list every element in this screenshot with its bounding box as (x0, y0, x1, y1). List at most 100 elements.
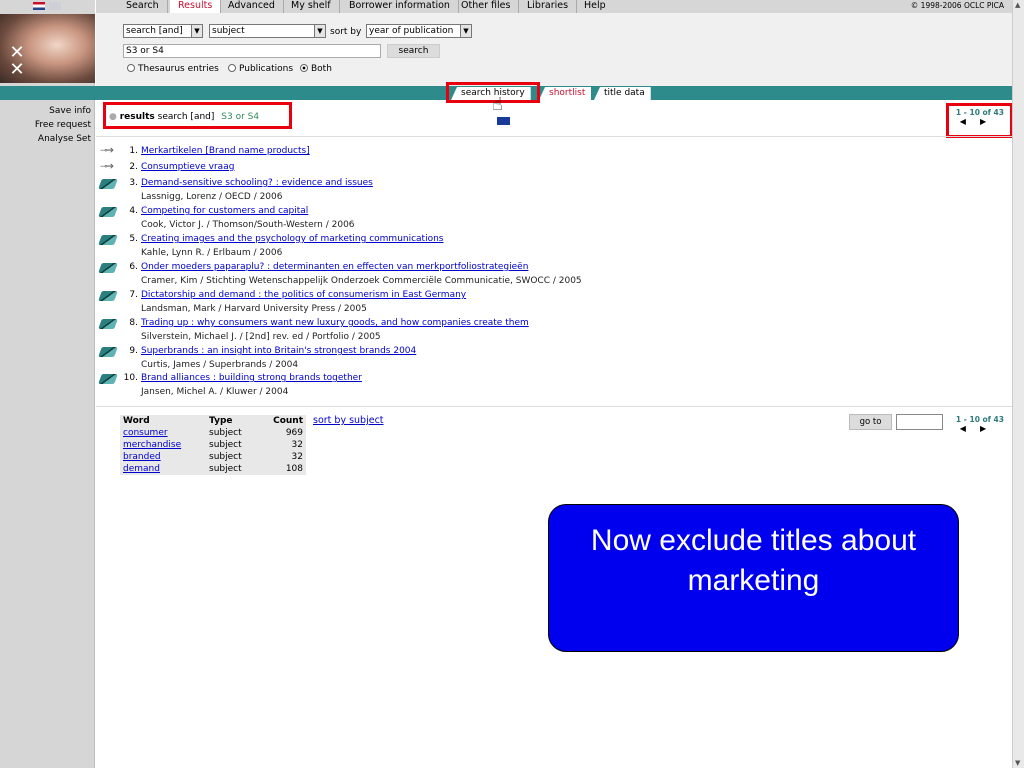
word-type: subject (209, 464, 242, 474)
sidebar-links: Save info Free request Analyse Set (0, 104, 91, 146)
result-number: 8. (129, 318, 138, 328)
key-icon: ⊸➔ (100, 162, 114, 172)
instruction-callout: Now exclude titles about marketing (548, 504, 959, 652)
book-icon (98, 373, 118, 385)
book-icon (98, 290, 118, 302)
result-author: Cramer, Kim / Stichting Wetenschappelijk… (141, 276, 582, 286)
result-title-link[interactable]: Onder moeders paparaplu? : determinanten… (141, 262, 528, 272)
word-count: 32 (291, 452, 303, 462)
result-number: 3. (129, 178, 138, 188)
word-link[interactable]: consumer (120, 427, 206, 439)
table-row: consumer subject 969 (120, 427, 306, 439)
table-row: merchandise subject 32 (120, 439, 306, 451)
word-count: 969 (285, 428, 303, 438)
column-header-count: Count (273, 416, 303, 426)
uva-logo-icon: ✕ ✕ (9, 42, 25, 80)
word-table: Word Type Count consumer subject 969 merch… (120, 415, 306, 475)
result-number: 10. (123, 373, 138, 383)
cursor-shadow (497, 117, 510, 125)
tab-title-data[interactable]: title data (594, 87, 651, 100)
radio-label: Both (311, 64, 332, 74)
goto-input[interactable] (896, 414, 943, 430)
highlight-results-header (103, 102, 292, 129)
nav-my-shelf[interactable]: My shelf (283, 0, 340, 13)
result-number: 7. (129, 290, 138, 300)
radio-publications[interactable]: Publications (228, 64, 293, 74)
result-author: Lassnigg, Lorenz / OECD / 2006 (141, 192, 283, 202)
radio-label: Thesaurus entries (138, 64, 219, 74)
nav-advanced[interactable]: Advanced (220, 0, 284, 13)
result-title-link[interactable]: Brand alliances : building strong brands… (141, 373, 362, 383)
next-page-icon[interactable]: ▶ (980, 424, 1000, 433)
nav-results[interactable]: Results (170, 0, 222, 13)
result-number: 9. (129, 346, 138, 356)
table-header-row: Word Type Count (120, 415, 306, 427)
search-button[interactable]: search (387, 44, 440, 58)
sort-value: year of publication (369, 26, 454, 36)
dutch-flag-icon[interactable] (33, 2, 45, 10)
result-author: Kahle, Lynn R. / Erlbaum / 2006 (141, 248, 283, 258)
result-title-link[interactable]: Consumptieve vraag (141, 162, 234, 172)
highlight-pager (946, 103, 1013, 138)
pager-range: 1 - 10 of 43 (955, 415, 1004, 424)
column-header-word: Word (123, 416, 150, 426)
sort-select[interactable]: year of publication ▼ (366, 24, 472, 38)
result-title-link[interactable]: Superbrands : an insight into Britain's … (141, 346, 416, 356)
word-type: subject (209, 440, 242, 450)
result-title-link[interactable]: Merkartikelen [Brand name products] (141, 146, 310, 156)
radio-thesaurus[interactable]: Thesaurus entries (127, 64, 219, 74)
result-title-link[interactable]: Creating images and the psychology of ma… (141, 234, 444, 244)
field-select[interactable]: subject ▼ (209, 24, 326, 38)
result-title-link[interactable]: Competing for customers and capital (141, 206, 308, 216)
result-number: 6. (129, 262, 138, 272)
chevron-down-icon: ▼ (314, 25, 325, 37)
result-title-link[interactable]: Dictatorship and demand : the politics o… (141, 290, 466, 300)
result-number: 4. (129, 206, 138, 216)
vertical-scrollbar[interactable]: ▲ ▼ (1012, 0, 1024, 768)
sidebar-link-free-request[interactable]: Free request (0, 118, 91, 132)
result-author: Silverstein, Michael J. / [2nd] rev. ed … (141, 332, 381, 342)
pager-bottom: 1 - 10 of 43 ◀▶ (956, 415, 1004, 433)
search-input[interactable] (123, 44, 381, 58)
nav-borrower-information[interactable]: Borrower information (341, 0, 459, 13)
nav-libraries[interactable]: Libraries (519, 0, 578, 13)
scroll-down-icon[interactable]: ▼ (1015, 759, 1020, 767)
scroll-up-icon[interactable]: ▲ (1015, 1, 1020, 9)
book-icon (98, 262, 118, 274)
tab-shortlist[interactable]: shortlist (539, 87, 592, 100)
word-count: 32 (291, 440, 303, 450)
word-type: subject (209, 428, 242, 438)
operator-select[interactable]: search [and] ▼ (123, 24, 203, 38)
operator-value: search [and] (126, 26, 183, 36)
goto-button[interactable]: go to (849, 414, 892, 430)
sort-by-subject-link[interactable]: sort by subject (313, 415, 384, 426)
result-number: 5. (129, 234, 138, 244)
nav-help[interactable]: Help (576, 0, 614, 13)
prev-page-icon[interactable]: ◀ (960, 424, 980, 433)
book-icon (98, 318, 118, 330)
result-author: Curtis, James / Superbrands / 2004 (141, 360, 299, 370)
result-title-link[interactable]: Trading up : why consumers want new luxu… (141, 318, 529, 328)
sidebar-link-analyse-set[interactable]: Analyse Set (0, 132, 91, 146)
nav-other-files[interactable]: Other files (453, 0, 520, 13)
nav-search[interactable]: Search (118, 0, 168, 13)
book-icon (98, 346, 118, 358)
book-icon (98, 178, 118, 190)
radio-both[interactable]: Both (300, 64, 332, 74)
word-link[interactable]: demand (120, 463, 206, 475)
chevron-down-icon: ▼ (460, 25, 471, 37)
book-icon (98, 234, 118, 246)
result-title-link[interactable]: Demand-sensitive schooling? : evidence a… (141, 178, 373, 188)
divider (96, 406, 1012, 407)
library-logo: ✕ ✕ (0, 14, 95, 83)
english-flag-icon[interactable] (49, 2, 61, 10)
word-link[interactable]: merchandise (120, 439, 206, 451)
chevron-down-icon: ▼ (191, 25, 202, 37)
hand-cursor-icon: ☝ (492, 94, 503, 115)
table-row: demand subject 108 (120, 463, 306, 475)
copyright-text: © 1998-2006 OCLC PICA (910, 1, 1004, 10)
result-author: Landsman, Mark / Harvard University Pres… (141, 304, 367, 314)
word-link[interactable]: branded (120, 451, 206, 463)
word-type: subject (209, 452, 242, 462)
sidebar-link-save-info[interactable]: Save info (0, 104, 91, 118)
